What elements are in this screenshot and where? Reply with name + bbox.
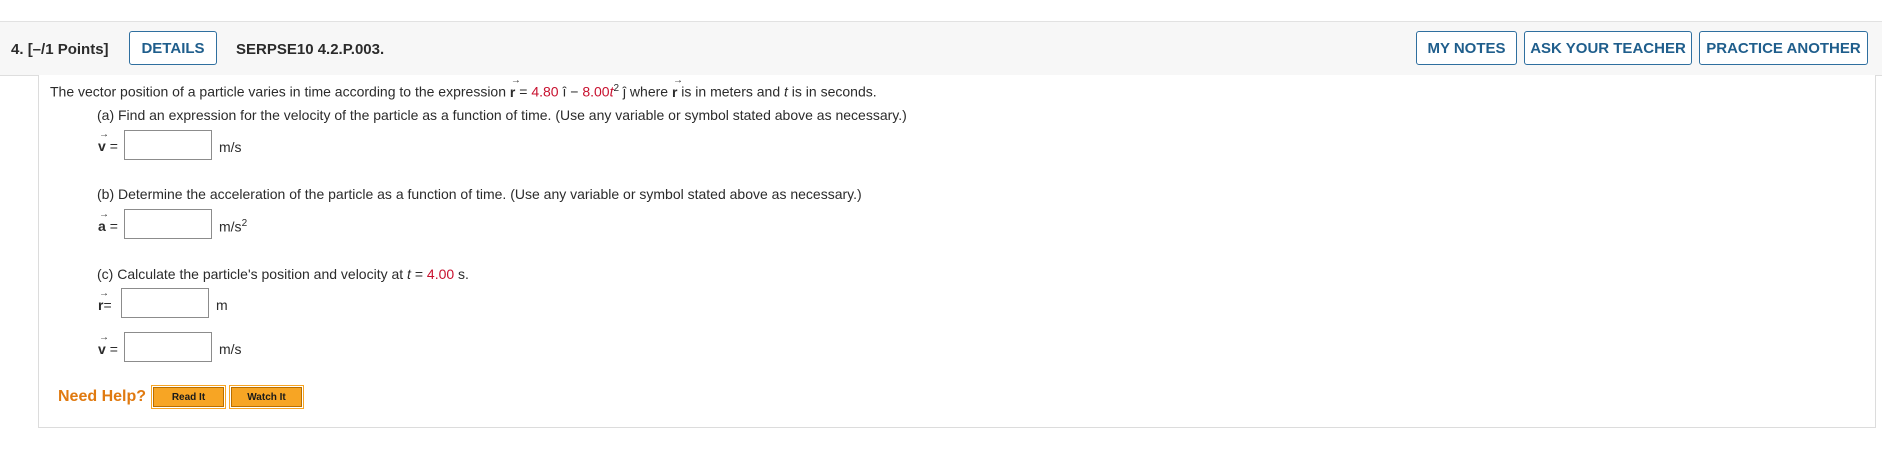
units-text-2: is in seconds.	[787, 83, 877, 100]
equals-sign: =	[109, 218, 118, 234]
r-letter-2: r	[671, 83, 678, 100]
velocity-at-time-answer-input[interactable]	[124, 332, 212, 362]
seconds-unit: s.	[454, 266, 469, 282]
part-c-position-symbol: r → =	[98, 288, 112, 313]
time-value: 4.00	[426, 266, 455, 282]
minus-sign: −	[566, 83, 583, 100]
part-c-text: (c) Calculate the particle's position an…	[97, 266, 408, 282]
equals-sign: =	[109, 138, 118, 154]
position-answer-input[interactable]	[121, 288, 209, 318]
part-c-velocity-symbol: v → =	[98, 332, 118, 357]
part-c-prompt: (c) Calculate the particle's position an…	[97, 266, 469, 282]
vector-arrow-icon: →	[672, 74, 683, 86]
equals-sign: =	[410, 266, 427, 282]
question-body	[38, 75, 1876, 428]
a-letter: a	[98, 218, 106, 234]
problem-statement: The vector position of a particle varies…	[50, 75, 877, 100]
equals-sign: =	[103, 297, 112, 313]
vector-arrow-icon: →	[99, 332, 109, 343]
part-b-prompt: (b) Determine the acceleration of the pa…	[97, 186, 862, 202]
part-c-position-unit: m	[216, 297, 228, 313]
equals-sign: =	[109, 341, 118, 357]
j-hat-unit: ĵ	[619, 83, 627, 100]
where-text: where	[626, 83, 672, 100]
vector-arrow-icon: →	[99, 209, 109, 220]
vector-arrow-icon: →	[510, 74, 521, 86]
read-it-button[interactable]: Read It	[151, 385, 226, 409]
part-a-prompt: (a) Find an expression for the velocity …	[97, 107, 907, 123]
acceleration-unit: m/s	[219, 218, 242, 235]
intro-text: The vector position of a particle varies…	[50, 83, 510, 100]
equals-sign: =	[515, 83, 532, 100]
practice-another-button[interactable]: PRACTICE ANOTHER	[1699, 31, 1868, 65]
velocity-answer-input[interactable]	[124, 130, 212, 160]
unit-exponent: 2	[241, 218, 248, 229]
units-text: is in meters and	[677, 83, 785, 100]
coefficient-i: 4.80	[531, 83, 559, 100]
vector-arrow-icon: →	[99, 288, 109, 299]
question-header: 4. [–/1 Points] DETAILS SERPSE10 4.2.P.0…	[0, 21, 1882, 76]
details-button[interactable]: DETAILS	[129, 31, 217, 65]
v-letter: v	[98, 341, 106, 357]
part-b-unit: m/s2	[219, 218, 247, 235]
r-vector-symbol: r →	[509, 75, 521, 100]
my-notes-button[interactable]: MY NOTES	[1416, 31, 1517, 65]
r-vector-symbol-2: r →	[671, 75, 683, 100]
part-a-unit: m/s	[219, 139, 242, 155]
question-number: 4. [–/1 Points]	[11, 41, 109, 58]
r-letter: r	[98, 297, 104, 313]
vector-arrow-icon: →	[99, 129, 109, 140]
r-letter: r	[509, 83, 516, 100]
v-letter: v	[98, 138, 106, 154]
part-b-symbol: a → =	[98, 209, 118, 234]
part-c-velocity-unit: m/s	[219, 341, 242, 357]
part-a-symbol: v → =	[98, 129, 118, 154]
question-code: SERPSE10 4.2.P.003.	[236, 41, 385, 58]
need-help-label: Need Help?	[58, 388, 147, 405]
ask-your-teacher-button[interactable]: ASK YOUR TEACHER	[1524, 31, 1692, 65]
watch-it-button[interactable]: Watch It	[229, 385, 304, 409]
question-number-label: 4.	[11, 41, 24, 58]
acceleration-answer-input[interactable]	[124, 209, 212, 239]
question-points: [–/1 Points]	[27, 41, 109, 58]
coefficient-j: 8.00	[582, 83, 610, 100]
